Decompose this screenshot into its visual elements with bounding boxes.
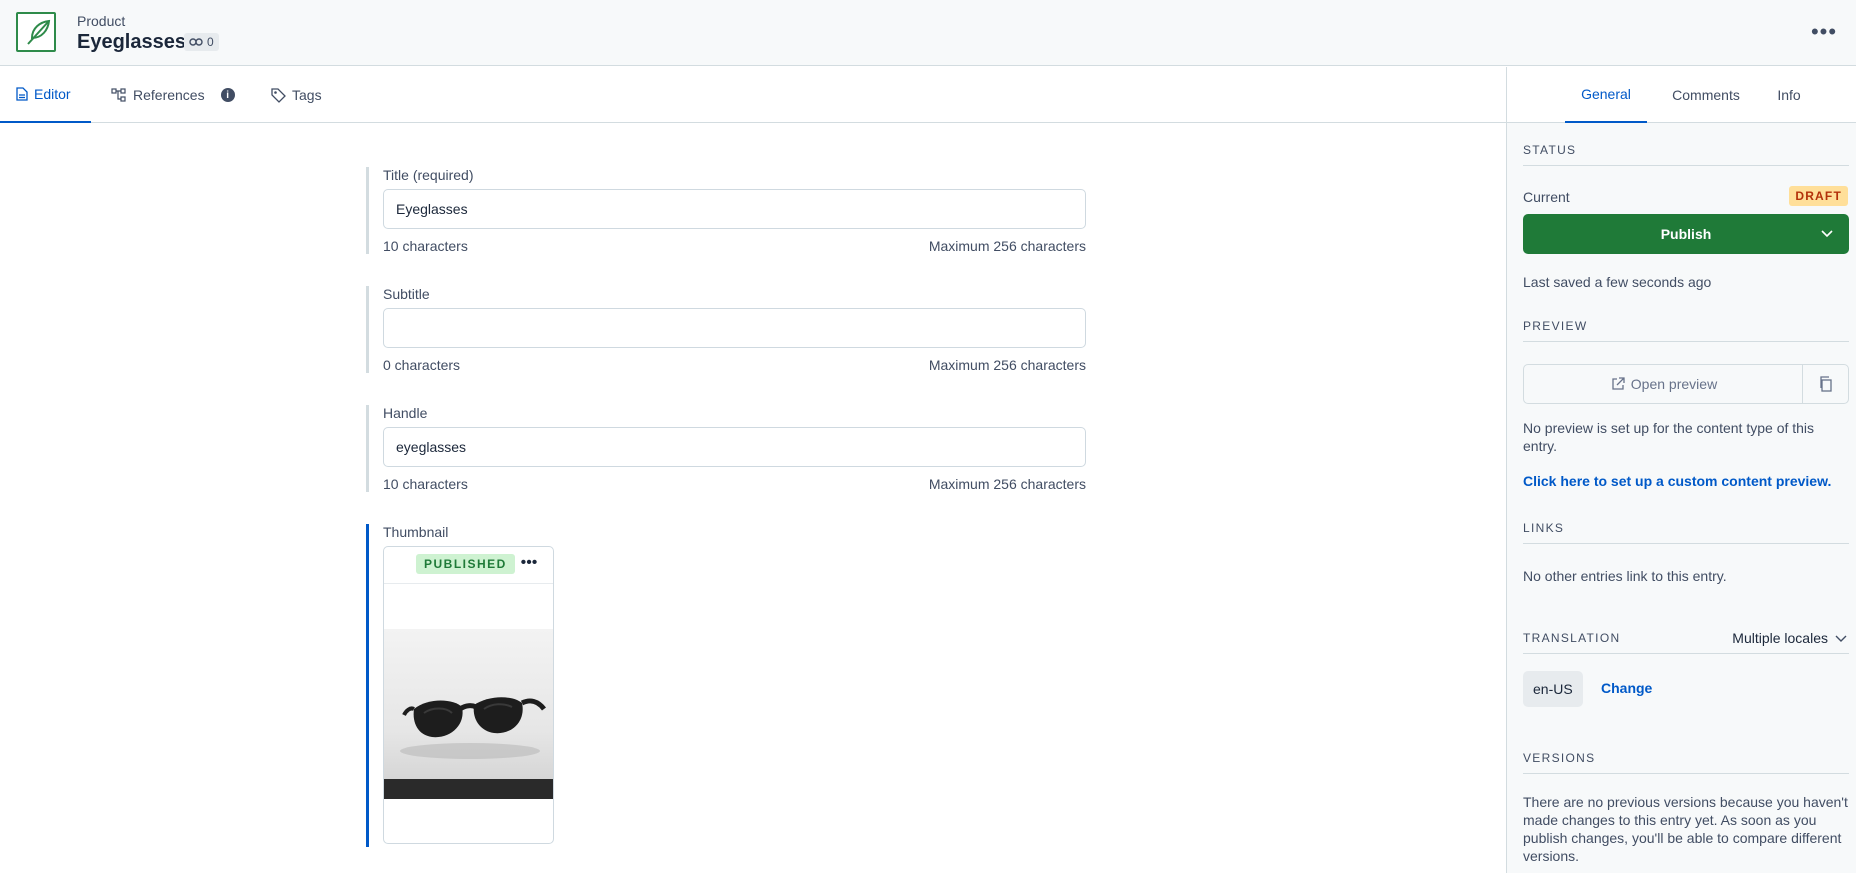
locale-pill: en-US (1523, 671, 1583, 707)
tab-comments[interactable]: Comments (1661, 67, 1751, 123)
links-count: 0 (207, 35, 214, 49)
sidebar-tabs: General Comments Info (1507, 67, 1856, 123)
subtitle-char-max: Maximum 256 characters (928, 357, 1086, 373)
status-heading: STATUS (1523, 143, 1849, 166)
field-handle: Handle 10 characters Maximum 256 charact… (366, 405, 1086, 492)
title-char-count: 10 characters (383, 238, 468, 254)
asset-more-button[interactable]: ••• (517, 553, 541, 573)
field-subtitle-label: Subtitle (383, 286, 430, 302)
field-thumbnail: Thumbnail PUBLISHED ••• (366, 524, 1086, 847)
current-status-label: Current (1523, 189, 1570, 205)
tab-info[interactable]: Info (1765, 67, 1813, 123)
asset-card[interactable]: PUBLISHED ••• (383, 546, 554, 844)
links-heading: LINKS (1523, 521, 1849, 544)
content-type-name: Product (77, 13, 126, 29)
tab-general[interactable]: General (1565, 67, 1647, 123)
entry-sidebar: General Comments Info STATUS Current DRA… (1506, 67, 1856, 873)
entry-title: Eyeglasses (77, 31, 186, 53)
field-title-label: Title (required) (383, 167, 474, 183)
open-preview-label: Open preview (1630, 376, 1718, 392)
handle-input[interactable] (383, 427, 1086, 467)
field-thumbnail-label: Thumbnail (383, 524, 449, 540)
draft-status-badge: DRAFT (1789, 186, 1848, 206)
change-locale-link[interactable]: Change (1601, 680, 1652, 696)
title-input[interactable] (383, 189, 1086, 229)
asset-card-header: PUBLISHED ••• (384, 547, 553, 584)
more-horizontal-icon: ••• (520, 554, 538, 571)
subtitle-char-count: 0 characters (383, 357, 461, 373)
feather-icon (27, 19, 51, 45)
handle-counter: 10 characters Maximum 256 characters (383, 476, 1086, 492)
sunglasses-image (384, 697, 553, 799)
content-type-logo (16, 12, 56, 52)
subtitle-counter: 0 characters Maximum 256 characters (383, 357, 1086, 373)
external-link-icon (1612, 377, 1625, 390)
tab-editor[interactable]: Editor (0, 67, 91, 123)
publish-label: Publish (1660, 226, 1712, 242)
tag-icon (271, 88, 286, 103)
versions-note: There are no previous versions because y… (1523, 794, 1848, 864)
more-actions-button[interactable]: ••• (1808, 18, 1840, 46)
preview-note: No preview is set up for the content typ… (1523, 420, 1815, 454)
preview-heading: PREVIEW (1523, 319, 1849, 342)
field-title: Title (required) 10 characters Maximum 2… (366, 167, 1086, 254)
title-counter: 10 characters Maximum 256 characters (383, 238, 1086, 254)
references-icon (111, 88, 126, 102)
locale-mode-select[interactable]: Multiple locales (1732, 630, 1848, 646)
tab-tags[interactable]: Tags (270, 67, 322, 123)
entry-header: Product Eyeglasses 0 ••• (0, 0, 1856, 66)
copy-preview-button[interactable] (1802, 365, 1848, 403)
link-icon (189, 38, 203, 46)
subtitle-input[interactable] (383, 308, 1086, 348)
links-count-badge[interactable]: 0 (184, 33, 219, 51)
handle-char-count: 10 characters (383, 476, 468, 492)
tab-references-label: References (133, 87, 205, 103)
preview-controls: Open preview (1523, 364, 1849, 404)
versions-heading: VERSIONS (1523, 751, 1849, 774)
chevron-down-icon (1835, 635, 1847, 642)
editor-tabs: Editor References i Tags (0, 67, 1506, 123)
more-horizontal-icon: ••• (1810, 19, 1838, 44)
title-char-max: Maximum 256 characters (928, 238, 1086, 254)
field-subtitle: Subtitle 0 characters Maximum 256 charac… (366, 286, 1086, 373)
publish-button[interactable]: Publish (1523, 214, 1849, 254)
links-note: No other entries link to this entry. (1523, 568, 1727, 584)
tab-tags-label: Tags (292, 87, 322, 103)
asset-thumbnail-image (384, 629, 553, 799)
tab-references[interactable]: References i (111, 67, 235, 123)
tab-editor-label: Editor (34, 86, 71, 102)
setup-preview-link[interactable]: Click here to set up a custom content pr… (1523, 473, 1831, 489)
locale-mode-value: Multiple locales (1732, 630, 1828, 646)
open-preview-button[interactable]: Open preview (1524, 365, 1804, 403)
copy-icon (1819, 376, 1832, 392)
field-handle-label: Handle (383, 405, 428, 421)
status-badge: PUBLISHED (416, 554, 515, 574)
chevron-down-icon[interactable] (1819, 225, 1835, 241)
last-saved-text: Last saved a few seconds ago (1523, 274, 1712, 290)
handle-char-max: Maximum 256 characters (928, 476, 1086, 492)
document-icon (16, 87, 28, 101)
info-icon[interactable]: i (220, 88, 235, 102)
